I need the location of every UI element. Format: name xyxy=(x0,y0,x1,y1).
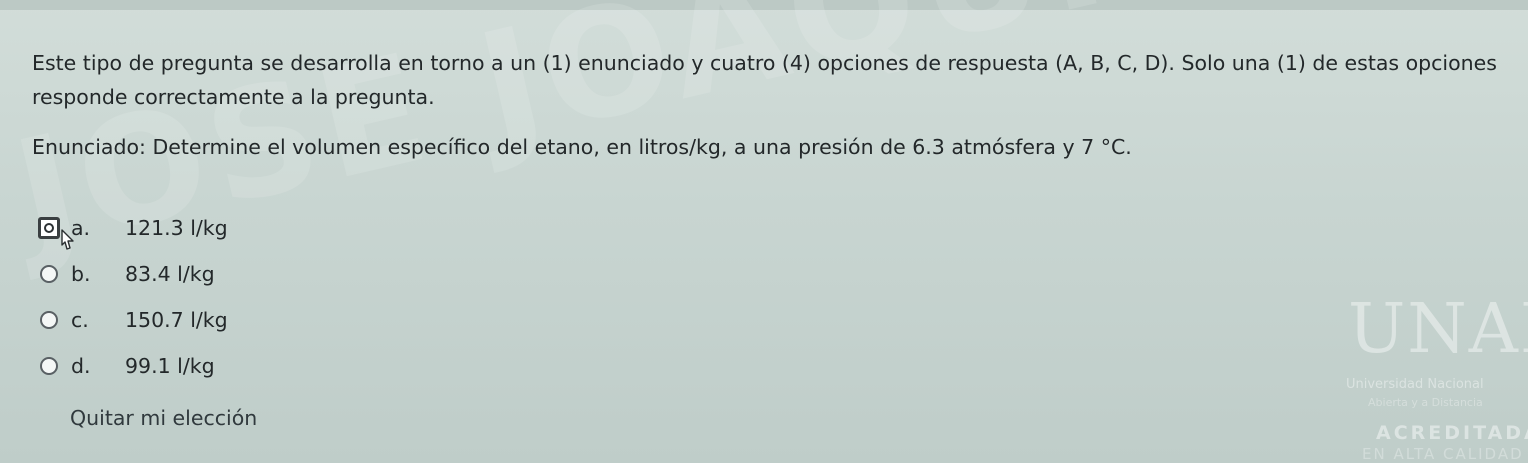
option-letter: b. xyxy=(71,262,91,286)
option-letter: c. xyxy=(71,308,89,332)
radio-selected-icon[interactable] xyxy=(38,217,60,239)
question-statement: Enunciado: Determine el volumen específi… xyxy=(32,135,1132,159)
unad-logo-wordmark: UNAD xyxy=(1348,290,1528,369)
option-letter: a. xyxy=(71,216,91,240)
question-instructions: Este tipo de pregunta se desarrolla en t… xyxy=(32,51,1497,109)
answer-option-b[interactable]: b. 83.4 l/kg xyxy=(34,251,228,297)
answer-option-c[interactable]: c. 150.7 l/kg xyxy=(34,297,228,343)
answer-option-d[interactable]: d. 99.1 l/kg xyxy=(34,343,228,389)
unad-logo-subtitle-2: Abierta y a Distancia xyxy=(1368,396,1483,409)
radio-icon[interactable] xyxy=(40,265,58,283)
question-page: JOSE JOAQUIN POLO PEREZ UNAD Universidad… xyxy=(0,0,1528,463)
answer-options: a. 121.3 l/kg b. 83.4 l/kg c. 150.7 l/kg… xyxy=(34,205,228,389)
top-strip xyxy=(0,0,1528,10)
option-text: 150.7 l/kg xyxy=(125,308,228,332)
radio-icon[interactable] xyxy=(40,357,58,375)
accreditation-label: ACREDITADA xyxy=(1376,422,1528,444)
unad-logo-subtitle: Universidad Nacional xyxy=(1346,377,1484,392)
answer-option-a[interactable]: a. 121.3 l/kg xyxy=(34,205,228,251)
option-letter: d. xyxy=(71,354,91,378)
radio-icon[interactable] xyxy=(40,311,58,329)
option-text: 121.3 l/kg xyxy=(125,216,228,240)
unad-logo: UNAD Universidad Nacional Abierta y a Di… xyxy=(1328,250,1528,463)
option-text: 99.1 l/kg xyxy=(125,354,215,378)
option-text: 83.4 l/kg xyxy=(125,262,215,286)
clear-choice-link[interactable]: Quitar mi elección xyxy=(70,406,257,430)
accreditation-label-2: EN ALTA CALIDAD xyxy=(1362,445,1524,463)
